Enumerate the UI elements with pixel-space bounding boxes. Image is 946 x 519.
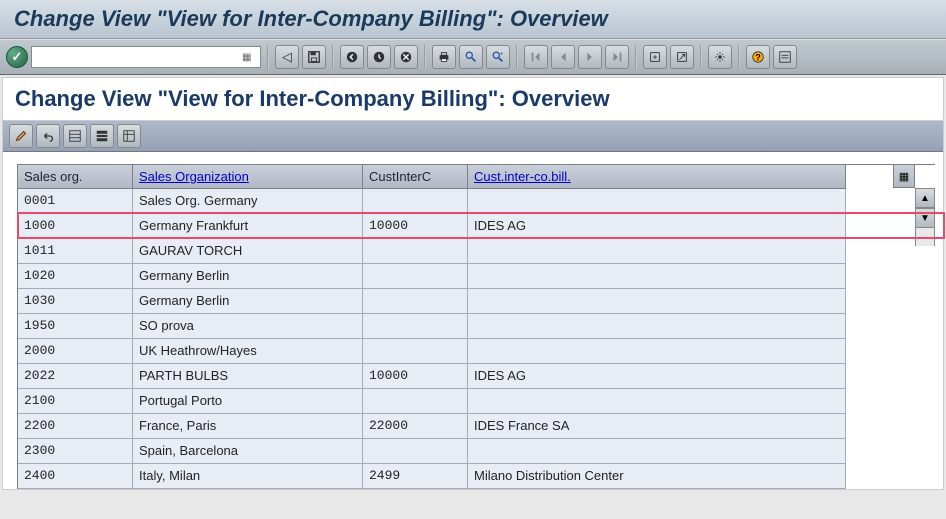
page-title: Change View "View for Inter-Company Bill… — [3, 78, 943, 120]
cell[interactable]: UK Heathrow/Hayes — [133, 339, 363, 364]
cell[interactable] — [363, 189, 468, 214]
scroll-thumb[interactable] — [915, 228, 935, 246]
svg-text:+: + — [500, 50, 504, 57]
shortcut-icon[interactable] — [670, 45, 694, 69]
command-field-wrap: ▦ — [31, 46, 261, 68]
separator — [332, 45, 334, 69]
cell[interactable]: 2022 — [18, 364, 133, 389]
cell[interactable]: 1950 — [18, 314, 133, 339]
next-page-icon[interactable] — [578, 45, 602, 69]
cell[interactable]: GAURAV TORCH — [133, 239, 363, 264]
help-icon[interactable]: ? — [746, 45, 770, 69]
cell[interactable]: 10000 — [363, 364, 468, 389]
window-title: Change View "View for Inter-Company Bill… — [0, 0, 946, 39]
first-page-icon[interactable] — [524, 45, 548, 69]
separator — [738, 45, 740, 69]
history-back-icon[interactable]: ◁ — [275, 45, 299, 69]
cell[interactable] — [468, 389, 846, 414]
col-header-sales-org[interactable]: Sales org. — [18, 165, 133, 189]
cell[interactable]: 1020 — [18, 264, 133, 289]
save-icon[interactable] — [302, 45, 326, 69]
cell[interactable] — [468, 314, 846, 339]
table-settings-icon[interactable] — [117, 124, 141, 148]
separator — [635, 45, 637, 69]
cell[interactable]: 1030 — [18, 289, 133, 314]
command-helper-icon[interactable]: ▦ — [242, 52, 256, 63]
cell[interactable] — [468, 289, 846, 314]
cell[interactable]: 10000 — [363, 214, 468, 239]
deselect-all-icon[interactable] — [90, 124, 114, 148]
cell[interactable]: 22000 — [363, 414, 468, 439]
separator — [700, 45, 702, 69]
separator — [267, 45, 269, 69]
cell[interactable]: 2100 — [18, 389, 133, 414]
configure-columns-icon[interactable]: ▦ — [893, 164, 915, 188]
find-next-icon[interactable]: + — [486, 45, 510, 69]
cell[interactable]: Portugal Porto — [133, 389, 363, 414]
cell[interactable]: IDES AG — [468, 214, 846, 239]
cell[interactable]: IDES France SA — [468, 414, 846, 439]
col-header-sales-organization[interactable]: Sales Organization — [133, 165, 363, 189]
cell[interactable] — [363, 264, 468, 289]
content-area: Change View "View for Inter-Company Bill… — [2, 77, 944, 490]
cell[interactable]: 2499 — [363, 464, 468, 489]
cell[interactable] — [363, 239, 468, 264]
find-icon[interactable] — [459, 45, 483, 69]
cell[interactable]: Sales Org. Germany — [133, 189, 363, 214]
undo-icon[interactable] — [36, 124, 60, 148]
svg-text:?: ? — [755, 53, 760, 63]
change-icon[interactable] — [9, 124, 33, 148]
cell[interactable] — [363, 389, 468, 414]
table-wrap: Sales org. Sales Organization CustInterC… — [3, 152, 943, 489]
back-icon[interactable] — [340, 45, 364, 69]
scroll-up-icon[interactable]: ▲ — [915, 188, 935, 208]
cell[interactable]: 0001 — [18, 189, 133, 214]
print-icon[interactable] — [432, 45, 456, 69]
layout-icon[interactable] — [708, 45, 732, 69]
cell[interactable]: Milano Distribution Center — [468, 464, 846, 489]
cell[interactable] — [468, 339, 846, 364]
cell[interactable]: Italy, Milan — [133, 464, 363, 489]
cell[interactable]: Germany Berlin — [133, 289, 363, 314]
cell[interactable] — [468, 189, 846, 214]
last-page-icon[interactable] — [605, 45, 629, 69]
scroll-down-icon[interactable]: ▼ — [915, 208, 935, 228]
app-toolbar — [3, 120, 943, 152]
cell[interactable] — [468, 264, 846, 289]
cell[interactable] — [468, 439, 846, 464]
cell[interactable] — [363, 439, 468, 464]
cell[interactable] — [468, 239, 846, 264]
create-session-icon[interactable] — [643, 45, 667, 69]
data-grid: Sales org. Sales Organization CustInterC… — [17, 164, 935, 489]
separator — [424, 45, 426, 69]
system-toolbar: ✓ ▦ ◁ + — [0, 39, 946, 75]
cell[interactable]: PARTH BULBS — [133, 364, 363, 389]
cell[interactable] — [363, 339, 468, 364]
cell[interactable]: 2400 — [18, 464, 133, 489]
vertical-scrollbar: ▲ ▼ — [915, 188, 935, 246]
command-field[interactable] — [36, 50, 242, 64]
select-all-icon[interactable] — [63, 124, 87, 148]
cancel-icon[interactable] — [394, 45, 418, 69]
cell[interactable]: SO prova — [133, 314, 363, 339]
cell[interactable]: 2000 — [18, 339, 133, 364]
cell[interactable] — [363, 289, 468, 314]
cell[interactable]: Germany Frankfurt — [133, 214, 363, 239]
cell[interactable]: 2200 — [18, 414, 133, 439]
cell[interactable]: 1000 — [18, 214, 133, 239]
col-header-cust-interco[interactable]: Cust.inter-co.bill. — [468, 165, 846, 189]
cell[interactable]: France, Paris — [133, 414, 363, 439]
cell[interactable]: Spain, Barcelona — [133, 439, 363, 464]
cell[interactable]: 1011 — [18, 239, 133, 264]
col-header-custinterc[interactable]: CustInterC — [363, 165, 468, 189]
exit-icon[interactable] — [367, 45, 391, 69]
enter-button[interactable]: ✓ — [6, 46, 28, 68]
cell[interactable]: 2300 — [18, 439, 133, 464]
cell[interactable]: Germany Berlin — [133, 264, 363, 289]
menu-icon[interactable] — [773, 45, 797, 69]
cell[interactable] — [363, 314, 468, 339]
cell[interactable]: IDES AG — [468, 364, 846, 389]
separator — [516, 45, 518, 69]
prev-page-icon[interactable] — [551, 45, 575, 69]
